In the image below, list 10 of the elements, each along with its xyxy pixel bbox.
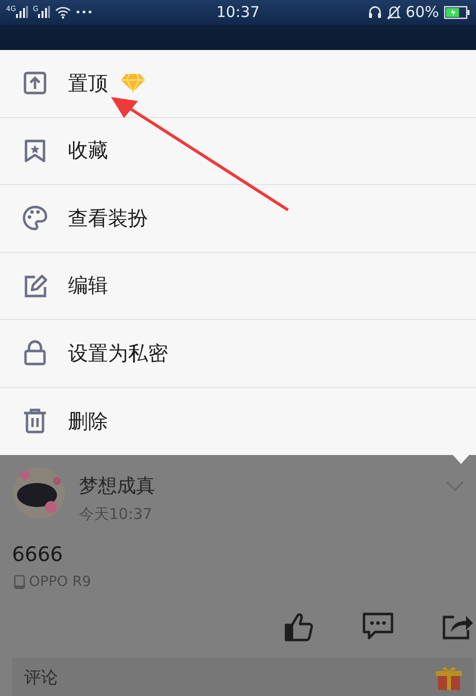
menu-item[interactable]: 设置为私密 [0,320,476,388]
menu-item[interactable]: 编辑 [0,252,476,320]
menu-item[interactable]: 删除 [0,388,476,455]
battery-percent: 60% [406,3,440,21]
author-name: 梦想成真 [79,474,155,499]
menu-item[interactable]: 查看装扮 [0,185,476,252]
post-text: 6666 [12,542,64,566]
menu-item[interactable]: 收藏 [0,118,476,185]
status-time: 10:37 [216,3,260,21]
comment-field[interactable]: 评论 [12,658,474,696]
